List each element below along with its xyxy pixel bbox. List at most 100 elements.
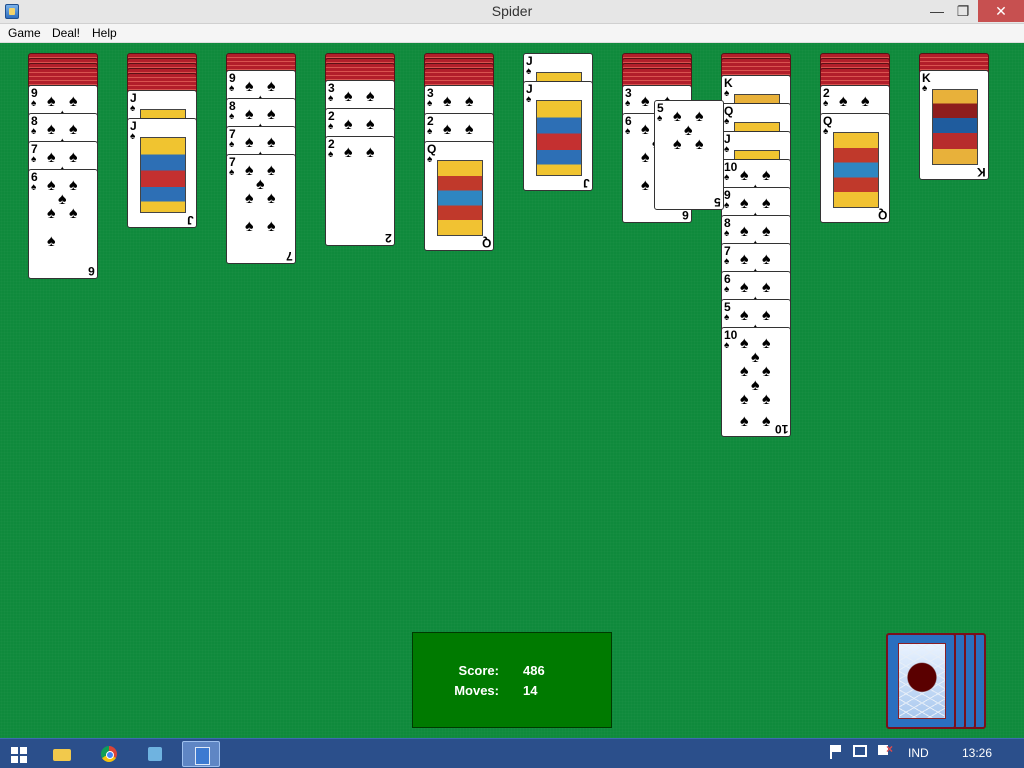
game-table: Score: 486 Moves: 14 9♠♠♠♠♠♠♠♠♠♠8♠♠♠♠♠♠♠…	[0, 43, 1024, 738]
menu-help[interactable]: Help	[92, 26, 117, 40]
window-title: Spider	[491, 3, 533, 19]
spade-icon: ♠	[130, 131, 136, 142]
restore-button[interactable]: ❐	[948, 0, 978, 22]
spade-icon: ♠	[740, 363, 749, 380]
spade-icon: ♠	[427, 98, 433, 109]
volume-muted-icon[interactable]	[878, 742, 893, 756]
card-k-spades[interactable]: K ♠ K	[919, 70, 989, 180]
card-rank: 6	[682, 208, 689, 222]
dragged-card-5-spades[interactable]: 5 ♠ ♠ ♠ ♠ ♠ ♠ 5	[654, 100, 724, 210]
face-card-art	[833, 132, 879, 208]
spade-icon: ♠	[427, 126, 433, 137]
spade-icon: ♠	[751, 377, 760, 394]
network-icon[interactable]	[853, 745, 867, 757]
face-card-art	[932, 89, 978, 165]
spade-icon: ♠	[526, 94, 532, 105]
stock-pile-card[interactable]	[886, 633, 956, 729]
spade-icon: ♠	[641, 121, 650, 138]
spade-icon: ♠	[724, 228, 730, 239]
spade-icon: ♠	[922, 83, 928, 94]
spade-icon: ♠	[130, 103, 136, 114]
spade-icon: ♠	[69, 177, 78, 194]
score-label: Score:	[458, 663, 499, 678]
spade-icon: ♠	[751, 349, 760, 366]
spider-taskbar-icon[interactable]	[182, 741, 220, 767]
spade-icon: ♠	[344, 144, 353, 161]
card-q-spades[interactable]: Q ♠ Q	[424, 141, 494, 251]
spade-icon: ♠	[641, 93, 650, 110]
face-card-art	[536, 100, 582, 176]
spade-icon: ♠	[58, 191, 67, 208]
language-indicator[interactable]: IND	[908, 746, 929, 760]
card-rank: J	[187, 213, 194, 227]
spade-icon: ♠	[31, 98, 37, 109]
spade-icon: ♠	[762, 391, 771, 408]
spade-icon: ♠	[724, 312, 730, 323]
spade-icon: ♠	[657, 113, 663, 124]
spade-icon: ♠	[762, 279, 771, 296]
spade-icon: ♠	[740, 413, 749, 430]
spade-icon: ♠	[724, 172, 730, 183]
card-10-spades[interactable]: 10 ♠ ♠ ♠ ♠ ♠ ♠ ♠ ♠ ♠ ♠ ♠ 10	[721, 327, 791, 437]
spade-icon: ♠	[427, 154, 433, 165]
spade-icon: ♠	[740, 195, 749, 212]
spade-icon: ♠	[328, 93, 334, 104]
spade-icon: ♠	[724, 116, 730, 127]
card-2-spades[interactable]: 2 ♠ ♠ ♠ 2	[325, 136, 395, 246]
card-j-spades[interactable]: J ♠ J	[523, 81, 593, 191]
spade-icon: ♠	[740, 391, 749, 408]
spade-icon: ♠	[526, 66, 532, 77]
spade-icon: ♠	[724, 284, 730, 295]
card-q-spades[interactable]: Q ♠ Q	[820, 113, 890, 223]
app-icon[interactable]	[138, 741, 172, 767]
spade-icon: ♠	[740, 307, 749, 324]
chrome-icon[interactable]	[92, 741, 126, 767]
spade-icon: ♠	[625, 126, 631, 137]
face-card-art	[140, 137, 186, 213]
spade-icon: ♠	[641, 177, 650, 194]
spade-icon: ♠	[245, 134, 254, 151]
spade-icon: ♠	[465, 121, 474, 138]
spade-icon: ♠	[256, 176, 265, 193]
card-7-spades[interactable]: 7 ♠ ♠ ♠ ♠ ♠ ♠ ♠ ♠ 7	[226, 154, 296, 264]
spade-icon: ♠	[267, 190, 276, 207]
spade-icon: ♠	[443, 93, 452, 110]
spade-icon: ♠	[47, 121, 56, 138]
spade-icon: ♠	[69, 205, 78, 222]
spade-icon: ♠	[47, 233, 56, 250]
spade-icon: ♠	[47, 93, 56, 110]
spade-icon: ♠	[762, 167, 771, 184]
spade-icon: ♠	[762, 251, 771, 268]
spade-icon: ♠	[328, 149, 334, 160]
spade-icon: ♠	[839, 93, 848, 110]
spade-icon: ♠	[69, 149, 78, 166]
clock[interactable]: 13:26	[962, 746, 992, 760]
spade-icon: ♠	[724, 340, 730, 351]
menu-game[interactable]: Game	[8, 26, 41, 40]
start-button[interactable]	[6, 741, 34, 767]
score-value: 486	[523, 663, 545, 678]
spade-icon: ♠	[31, 182, 37, 193]
spade-icon: ♠	[673, 108, 682, 125]
spider-web-icon	[898, 643, 946, 719]
spade-icon: ♠	[762, 307, 771, 324]
file-explorer-icon[interactable]	[44, 741, 78, 767]
close-button[interactable]: ✕	[978, 0, 1024, 22]
spade-icon: ♠	[47, 149, 56, 166]
card-rank: 5	[714, 195, 721, 209]
card-j-spades[interactable]: J ♠ J	[127, 118, 197, 228]
spade-icon: ♠	[69, 93, 78, 110]
spade-icon: ♠	[740, 167, 749, 184]
moves-value: 14	[523, 683, 538, 698]
menu-deal[interactable]: Deal!	[52, 26, 80, 40]
card-6-spades[interactable]: 6♠♠♠♠♠♠♠6	[28, 169, 98, 279]
spade-icon: ♠	[229, 83, 235, 94]
card-rank: J	[583, 176, 590, 190]
title-bar: Spider — ❐ ✕	[0, 0, 1024, 24]
spade-icon: ♠	[740, 251, 749, 268]
card-rank: 10	[774, 422, 788, 436]
spade-icon: ♠	[31, 126, 37, 137]
action-center-flag-icon[interactable]	[830, 745, 842, 759]
spade-icon: ♠	[245, 218, 254, 235]
spade-icon: ♠	[641, 149, 650, 166]
